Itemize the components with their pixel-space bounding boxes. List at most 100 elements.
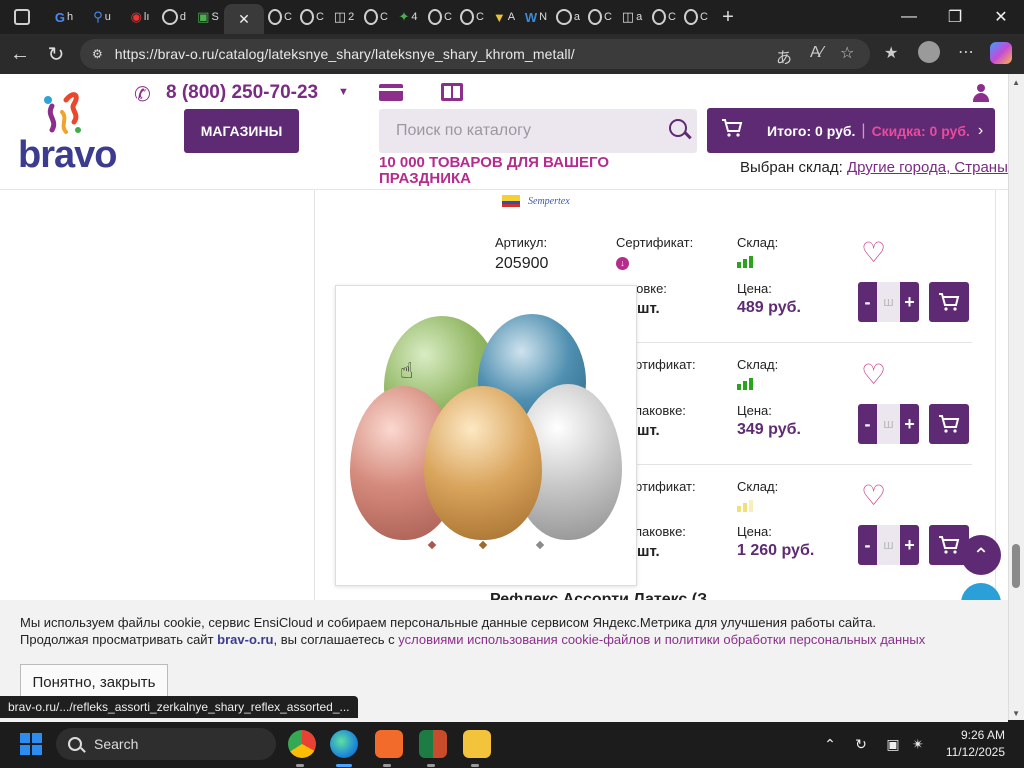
tab-search[interactable]: ⚲ u xyxy=(90,5,114,29)
balloon-knot xyxy=(478,540,488,550)
quantity-stepper[interactable]: - ш + xyxy=(858,525,919,565)
tab-globe-2[interactable]: C xyxy=(268,5,292,29)
taskbar-search-label: Search xyxy=(94,736,139,752)
qty-minus-button[interactable]: - xyxy=(858,535,877,556)
favorite-heart-icon[interactable]: ♡ xyxy=(861,239,886,267)
globe-icon xyxy=(428,9,443,25)
cookie-policy-link[interactable]: условиями использования cookie-файлов и … xyxy=(398,632,925,647)
tab-active-brav-o[interactable]: ✕ xyxy=(224,4,264,34)
close-icon[interactable]: ✕ xyxy=(238,11,250,28)
tab-globe-6[interactable]: C xyxy=(460,5,484,29)
phone-number[interactable]: 8 (800) 250-70-23 xyxy=(166,82,318,104)
user-icon[interactable] xyxy=(973,84,989,102)
warehouse-link[interactable]: Другие города, Страны xyxy=(847,159,1008,176)
cookie-accept-button[interactable]: Понятно, закрыть xyxy=(20,664,168,700)
scroll-down-arrow[interactable]: ▼ xyxy=(1012,709,1020,718)
qty-plus-button[interactable]: + xyxy=(900,414,919,435)
tab-globe-3[interactable]: C xyxy=(300,5,324,29)
back-button[interactable]: ← xyxy=(2,36,38,72)
file-explorer-icon[interactable] xyxy=(463,730,491,758)
globe-icon xyxy=(300,9,315,25)
profile-avatar[interactable] xyxy=(918,41,940,63)
tab-ext-1[interactable]: ◫ 2 xyxy=(332,5,356,29)
tab-wordpress[interactable]: WN xyxy=(524,5,548,29)
tab-green[interactable]: ✦ 4 xyxy=(396,5,420,29)
card-icon[interactable] xyxy=(379,84,403,101)
tab-opera[interactable]: ◉ lı xyxy=(128,5,152,29)
tab-globe-5[interactable]: C xyxy=(428,5,452,29)
favorites-icon[interactable]: ★ xyxy=(884,43,898,63)
tab-google[interactable]: Gh xyxy=(52,5,76,29)
globe-icon xyxy=(364,9,379,25)
qty-plus-button[interactable]: + xyxy=(900,535,919,556)
cart-icon xyxy=(939,293,960,311)
qty-plus-button[interactable]: + xyxy=(900,292,919,313)
sublime-icon[interactable] xyxy=(375,730,403,758)
maximize-button[interactable]: ❐ xyxy=(932,0,978,34)
warehouse-selector: Выбран склад: Другие города, Страны xyxy=(740,159,1008,176)
tab-globe-1[interactable]: d xyxy=(162,5,186,29)
extension-icon: ◫ xyxy=(333,9,347,24)
favorite-heart-icon[interactable]: ♡ xyxy=(861,361,886,389)
chrome-icon[interactable] xyxy=(288,730,316,758)
tab-actions-icon[interactable] xyxy=(10,5,34,29)
site-info-icon[interactable]: ⚙ xyxy=(92,47,103,61)
minimize-button[interactable]: — xyxy=(886,0,932,34)
clock-time: 9:26 AM xyxy=(960,728,1005,742)
shops-button[interactable]: МАГАЗИНЫ xyxy=(184,109,299,153)
copilot-icon[interactable] xyxy=(990,42,1012,64)
taskbar-search[interactable]: Search xyxy=(56,728,276,760)
search-input[interactable]: Поиск по каталогу xyxy=(379,109,697,153)
globe-icon xyxy=(268,9,283,25)
scroll-up-arrow[interactable]: ▲ xyxy=(1012,78,1020,87)
tab-globe-4[interactable]: C xyxy=(364,5,388,29)
address-bar[interactable]: ⚙ https://brav-o.ru/catalog/lateksnye_sh… xyxy=(80,39,870,69)
price-value: 489 руб. xyxy=(737,299,801,316)
tray-overflow-chevron[interactable]: ⌃ xyxy=(818,720,842,768)
tab-s[interactable]: ▣ S xyxy=(196,5,220,29)
tab-v[interactable]: ▼ A xyxy=(492,5,516,29)
edge-icon[interactable] xyxy=(330,730,358,758)
scroll-thumb[interactable] xyxy=(1012,544,1020,588)
globe-icon xyxy=(652,9,667,25)
tab-globe-7[interactable]: a xyxy=(556,5,580,29)
scroll-to-top-button[interactable]: ⌃ xyxy=(961,535,1001,575)
sync-icon[interactable]: ↻ xyxy=(848,720,874,768)
qty-input[interactable]: ш xyxy=(877,525,900,565)
add-to-cart-button[interactable] xyxy=(929,282,969,322)
system-clock[interactable]: 9:26 AM 11/12/2025 xyxy=(925,727,1005,761)
catalog-book-icon[interactable] xyxy=(441,83,463,101)
window-close-button[interactable]: ✕ xyxy=(978,0,1024,34)
display-icon[interactable]: ▣ xyxy=(880,720,906,768)
search-icon[interactable] xyxy=(669,119,687,137)
app-indicator xyxy=(427,764,435,767)
windows-start-icon[interactable] xyxy=(20,733,42,755)
article-value: 205900 xyxy=(495,255,549,272)
chevron-down-icon[interactable]: ▼ xyxy=(338,86,349,98)
refresh-button[interactable]: ↻ xyxy=(38,36,74,72)
read-aloud-icon[interactable]: A⁄ xyxy=(810,44,823,62)
cookie-line2-prefix: Продолжая просматривать сайт xyxy=(20,632,214,647)
qty-minus-button[interactable]: - xyxy=(858,414,877,435)
add-to-cart-button[interactable] xyxy=(929,404,969,444)
certificate-download-icon[interactable]: ↓ xyxy=(616,257,629,270)
quantity-stepper[interactable]: - ш + xyxy=(858,404,919,444)
excel-app-icon[interactable] xyxy=(419,730,447,758)
cart-summary-button[interactable]: Итого: 0 руб. | Скидка: 0 руб. › xyxy=(707,108,995,153)
quantity-stepper[interactable]: - ш + xyxy=(858,282,919,322)
page-scrollbar[interactable]: ▲ ▼ xyxy=(1008,74,1024,722)
qty-input[interactable]: ш xyxy=(877,404,900,444)
qty-minus-button[interactable]: - xyxy=(858,292,877,313)
more-menu-icon[interactable]: ⋯ xyxy=(958,42,974,62)
qty-input[interactable]: ш xyxy=(877,282,900,322)
favorite-star-icon[interactable]: ☆ xyxy=(840,43,854,63)
favorite-heart-icon[interactable]: ♡ xyxy=(861,482,886,510)
product-image-preview[interactable] xyxy=(335,285,637,586)
tab-globe-10[interactable]: C xyxy=(684,5,708,29)
tab-globe-8[interactable]: C xyxy=(588,5,612,29)
tab-ext-2[interactable]: ◫ a xyxy=(620,5,644,29)
new-tab-button[interactable]: + xyxy=(716,5,740,29)
translate-icon[interactable]: あ xyxy=(776,44,792,68)
tab-globe-9[interactable]: C xyxy=(652,5,676,29)
stock-label: Склад: xyxy=(737,357,779,372)
